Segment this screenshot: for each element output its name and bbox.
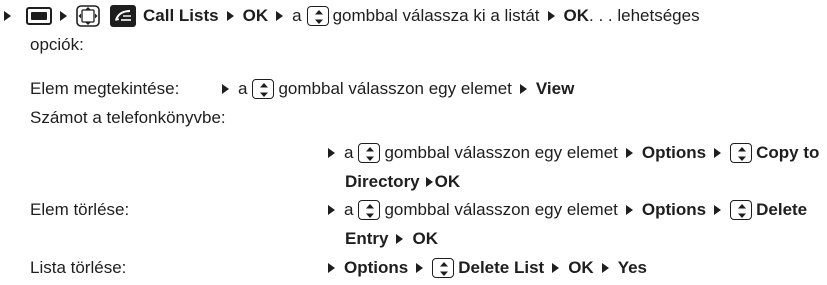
intro-step-line: Call Lists OK a gombbal válassza ki a li… [0, 3, 700, 29]
delete-entry-steps-line1: a gombbal válasszon egy elemet Options D… [320, 197, 807, 223]
options-label: Options [641, 200, 707, 219]
phone-list-icon [110, 5, 136, 27]
select-list-text: gombbal válassza ki a listát [332, 6, 540, 25]
up-down-nav-icon [358, 143, 381, 163]
arrow-icon [416, 263, 424, 273]
entry-label: Entry [345, 229, 389, 248]
select-entry-text: gombbal válasszon egy elemet [384, 143, 618, 162]
delete-list-label: Lista törlése: [30, 258, 127, 277]
delete-entry-steps-line2: Entry OK [345, 226, 438, 252]
arrow-icon [4, 11, 11, 21]
delete-list-steps: Options Delete List OK Yes [320, 255, 647, 281]
arrow-icon [552, 263, 560, 273]
ok-label: OK [563, 6, 590, 25]
copy-to-directory-label: Számot a telefonkönyvbe: [30, 108, 226, 127]
a-text: a [344, 200, 354, 219]
arrow-icon [519, 84, 527, 94]
copy-to-label: Copy to [756, 143, 820, 162]
up-down-nav-icon [730, 200, 753, 220]
call-lists-label: Call Lists [143, 6, 219, 25]
ok-label: OK [434, 172, 461, 191]
possible-text: . . . lehetséges [589, 6, 700, 25]
ok-label: OK [242, 6, 269, 25]
up-down-nav-icon [432, 258, 455, 278]
arrow-icon [625, 205, 633, 215]
menu-key-icon [26, 7, 52, 25]
options-label: Options [344, 258, 409, 277]
delete-entry-label: Elem törlése: [30, 200, 130, 219]
up-down-nav-icon [730, 143, 753, 163]
arrow-icon [328, 263, 335, 273]
up-down-nav-icon [306, 6, 329, 26]
a-text: a [344, 143, 354, 162]
arrow-icon [625, 148, 633, 158]
arrow-icon [714, 148, 722, 158]
options-heading: opciók: [30, 35, 84, 54]
arrow-icon [601, 263, 609, 273]
copy-steps-line1: a gombbal válasszon egy elemet Options C… [320, 140, 819, 166]
ok-label: OK [568, 258, 594, 277]
view-entry-steps: a gombbal válasszon egy elemet View [214, 76, 574, 102]
arrow-icon [425, 177, 433, 187]
yes-label: Yes [617, 258, 648, 277]
up-down-nav-icon [252, 79, 275, 99]
delete-list-action: Delete List [458, 258, 545, 277]
arrow-icon [276, 11, 284, 21]
arrow-icon [222, 84, 229, 94]
view-entry-label: Elem megtekintése: [30, 79, 180, 98]
a-text: a [238, 79, 248, 98]
select-entry-text: gombbal válasszon egy elemet [278, 79, 512, 98]
copy-steps-line2: Directory OK [345, 169, 460, 195]
four-way-nav-icon [76, 5, 100, 27]
up-down-nav-icon [358, 200, 381, 220]
arrow-icon [547, 11, 555, 21]
directory-label: Directory [345, 172, 420, 191]
delete-label: Delete [756, 200, 808, 219]
select-entry-text: gombbal válasszon egy elemet [384, 200, 618, 219]
arrow-icon [714, 205, 722, 215]
arrow-icon [328, 148, 335, 158]
ok-label: OK [412, 229, 438, 248]
a-text: a [292, 6, 302, 25]
options-label: Options [641, 143, 707, 162]
arrow-icon [328, 205, 335, 215]
arrow-icon [60, 11, 67, 21]
arrow-icon [396, 234, 404, 244]
view-action: View [535, 79, 575, 98]
arrow-icon [226, 11, 234, 21]
